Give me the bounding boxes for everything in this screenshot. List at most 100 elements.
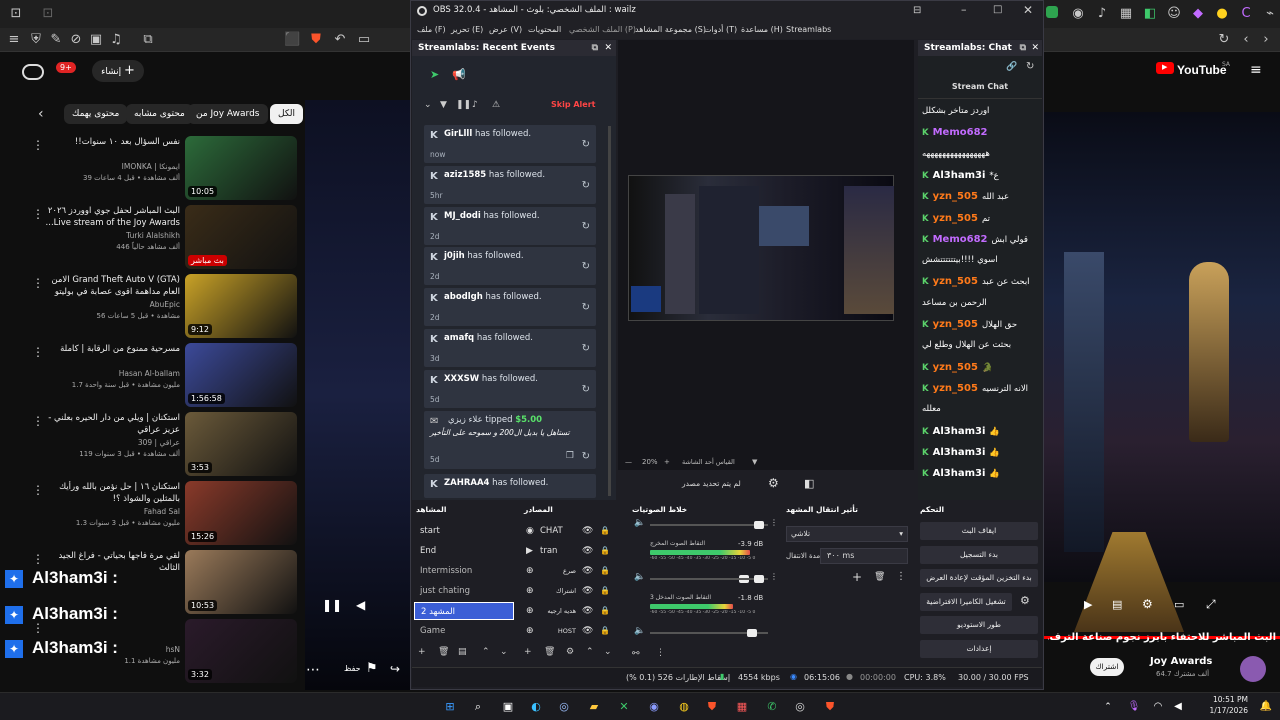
transition-select[interactable]: تلاشي ▾ (786, 526, 908, 542)
panel-icon[interactable]: ▣ (88, 32, 104, 48)
send-icon[interactable]: ➤ (430, 68, 439, 81)
idea-icon[interactable]: ● (1214, 6, 1230, 22)
eye-icon[interactable]: 👁 (582, 622, 593, 640)
start-icon[interactable]: ⊞ (442, 699, 458, 715)
share-icon[interactable]: ↪ (390, 662, 400, 676)
video-thumbnail[interactable]: 1:56:58 (185, 343, 297, 407)
twitch-icon[interactable]: ◆ (1190, 6, 1206, 22)
source-item[interactable]: ◉ CHAT 👁 🔒 (524, 522, 619, 540)
extension-icon[interactable]: ⌁ (1262, 6, 1278, 22)
lock-icon[interactable]: 🔒 (600, 562, 610, 580)
browser-menu-icon[interactable]: ⊡ (8, 6, 24, 22)
music-icon[interactable]: ♫ (108, 32, 124, 48)
menu-edit[interactable]: تحرير (E) (451, 25, 483, 34)
shield-icon[interactable]: ⛨ (28, 32, 44, 48)
eye-icon[interactable]: 👁 (582, 582, 593, 600)
video-title[interactable]: استكنان | ويلي من دار الحيره بعلني - عزي… (40, 412, 180, 436)
reload-icon[interactable]: ↻ (1026, 61, 1034, 72)
preview-canvas[interactable] (628, 175, 894, 321)
volume-slider-track[interactable] (650, 578, 768, 580)
notification-bell-icon[interactable]: 🔔 (1258, 699, 1274, 715)
video-title[interactable]: Grand Theft Auto V (GTA) الامن العام مدا… (40, 274, 180, 298)
more-icon[interactable]: ⋮ (32, 552, 44, 566)
pause-icon[interactable]: ❚❚ (322, 598, 342, 612)
video-title[interactable]: مسرحية ممنوع من الرقابة | كاملة (40, 343, 180, 355)
fullscreen-icon[interactable]: ⤢ (1206, 597, 1216, 612)
more-icon[interactable]: ⋮ (32, 345, 44, 359)
lock-icon[interactable]: 🔒 (600, 582, 610, 600)
obs-icon[interactable]: ◎ (792, 699, 808, 715)
brave-icon[interactable]: ⛊ (822, 699, 838, 715)
volume-slider-handle[interactable] (746, 629, 757, 637)
volume-icon[interactable]: ◀ (356, 598, 365, 612)
video-channel[interactable]: IMONKA | ايمونكا (40, 162, 180, 171)
volume-slider-track[interactable] (650, 524, 768, 526)
back-icon[interactable]: ‹ (1238, 32, 1254, 48)
mute-icon[interactable]: ⚠ (492, 100, 500, 110)
clock-time[interactable]: 10:51 PM (1206, 695, 1248, 704)
save-button[interactable]: حفظ (344, 664, 361, 673)
menu-view[interactable]: عرض (V) (489, 25, 522, 34)
chips-back-icon[interactable]: ‹ (38, 106, 44, 122)
video-thumbnail[interactable]: 10:05 (185, 136, 297, 200)
source-item[interactable]: ⊕ صرع 👁 🔒 (524, 562, 619, 580)
scene-item[interactable]: just chating (414, 582, 514, 600)
video-channel[interactable]: 309 | عراقي (40, 438, 180, 447)
whatsapp-icon[interactable]: ✆ (764, 699, 780, 715)
speaker-icon[interactable]: ◀ (1170, 699, 1186, 715)
chip-similar[interactable]: محتوى مشابه (126, 104, 193, 124)
miniplayer-icon[interactable]: ▭ (1174, 598, 1184, 611)
replay-icon[interactable]: ↻ (582, 261, 590, 272)
chat-username[interactable]: Memo682 (933, 127, 988, 138)
trash-icon[interactable]: 🗑 (438, 647, 449, 657)
extension-icon[interactable]: ☺ (1166, 6, 1182, 22)
video-title[interactable]: البث المباشر لحفل جوي اووردز ٢٠٢٦ Live s… (40, 205, 180, 229)
duration-input[interactable]: ٣٠٠ ms (820, 548, 908, 564)
brave-shield-icon[interactable]: ⛊ (308, 32, 324, 48)
video-thumbnail[interactable]: 9:12 (185, 274, 297, 338)
speaker-icon[interactable]: 🔈 (634, 518, 645, 528)
task-view-icon[interactable]: ▣ (500, 699, 516, 715)
mixer-link-icon[interactable]: ⚯ (632, 649, 640, 659)
window-icon[interactable]: ▭ (356, 32, 372, 48)
move-up-icon[interactable]: ⌃ (586, 647, 594, 657)
lock-icon[interactable]: 🔒 (600, 622, 610, 640)
more-icon[interactable]: ⋮ (32, 414, 44, 428)
edge-icon[interactable]: ◐ (528, 699, 544, 715)
subscribe-button[interactable]: اشتراك (1090, 658, 1124, 676)
app-icon[interactable]: ▦ (734, 699, 750, 715)
chat-username[interactable]: yzn_505 (933, 319, 978, 330)
chat-username[interactable]: Al3ham3i (933, 170, 986, 181)
copy-icon[interactable]: ❐ (566, 451, 574, 461)
more-icon[interactable]: ⋮ (32, 276, 44, 290)
chip-joy-awards[interactable]: من Joy Awards (188, 104, 268, 124)
scene-item[interactable]: المشهد 2 (414, 602, 514, 620)
replay-icon[interactable]: ↻ (582, 139, 590, 150)
control-button[interactable]: بدء التخزين المؤقت لإعادة العرض (920, 569, 1038, 587)
filter-panel-icon[interactable]: ◧ (804, 477, 814, 490)
close-tab-icon[interactable]: ⊡ (40, 6, 56, 22)
maximize-icon[interactable]: □ (993, 4, 1002, 15)
gear-icon[interactable]: ⚙ (1020, 594, 1030, 607)
scene-item[interactable]: Intermission (414, 562, 514, 580)
video-item[interactable]: بث مباشر البث المباشر لحفل جوي اووردز ٢٠٢… (32, 205, 298, 269)
speaker-icon[interactable]: 🔈 (634, 572, 645, 582)
more-icon[interactable]: ⋮ (656, 648, 665, 658)
pause-icon[interactable]: ❚❚ (456, 100, 471, 110)
move-down-icon[interactable]: ⌄ (604, 647, 612, 657)
video-channel[interactable]: Hasan Al-ballam (40, 369, 180, 378)
video-item[interactable]: 1:56:58 مسرحية ممنوع من الرقابة | كاملة Ha… (32, 343, 298, 407)
skip-alert-button[interactable]: Skip Alert (551, 100, 595, 109)
video-thumbnail[interactable]: 15:26 (185, 481, 297, 545)
video-thumbnail[interactable]: 3:53 (185, 412, 297, 476)
extension-icon[interactable]: ◧ (1142, 6, 1158, 22)
discord-icon[interactable]: ◉ (646, 699, 662, 715)
control-button[interactable]: ايقاف البث (920, 522, 1038, 540)
channel-name[interactable]: Joy Awards (1150, 656, 1212, 667)
control-button[interactable]: تشغيل الكاميرا الافتراضية (920, 592, 1012, 611)
forward-icon[interactable]: › (1258, 32, 1274, 48)
control-button[interactable]: إعدادات (920, 639, 1038, 658)
scene-item[interactable]: Game (414, 622, 514, 640)
chat-username[interactable]: Al3ham3i (933, 468, 986, 479)
extension-icon[interactable] (1046, 6, 1058, 18)
